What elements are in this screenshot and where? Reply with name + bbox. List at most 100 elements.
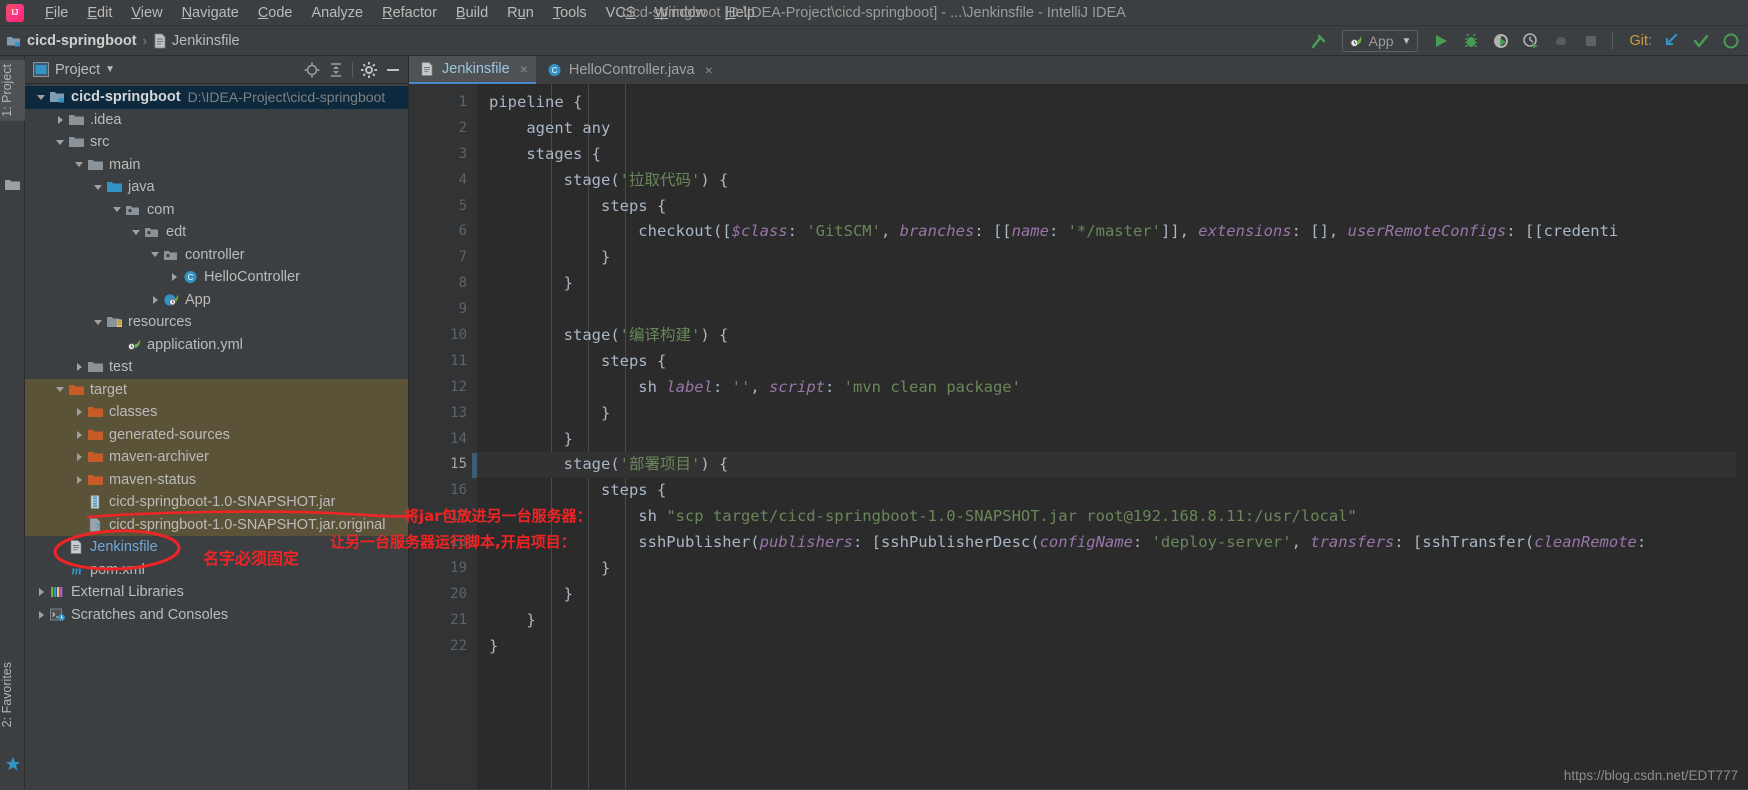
chevron-right-icon[interactable] — [71, 424, 87, 446]
editor-gutter[interactable]: 1 2 3 4 5 6 7 8 9 10 11 12 13 14 15 16 17 18 19 20 21 22 — [409, 84, 477, 789]
line-number[interactable]: 18 — [409, 530, 477, 556]
editor-tab-bar[interactable]: Jenkinsfile × C HelloController.java × — [409, 56, 1748, 84]
vcs-commit-icon[interactable] — [1688, 29, 1714, 53]
code-line-20[interactable]: } — [477, 582, 1748, 608]
code-line-2[interactable]: agent any — [477, 116, 1748, 142]
breadcrumb-project[interactable]: cicd-springboot — [27, 33, 137, 49]
locate-icon[interactable] — [301, 59, 323, 81]
line-number[interactable]: 10 — [409, 323, 477, 349]
chevron-right-icon[interactable] — [71, 401, 87, 423]
tree-row-classes[interactable]: classes — [25, 401, 408, 424]
line-number[interactable]: 17 — [409, 504, 477, 530]
chevron-down-icon[interactable] — [128, 221, 144, 243]
code-editor[interactable]: pipeline { agent any stages { stage('拉取代… — [477, 84, 1748, 789]
chevron-down-icon[interactable]: ▼ — [1402, 36, 1412, 47]
line-number[interactable]: 8 — [409, 271, 477, 297]
code-line-9[interactable] — [477, 297, 1748, 323]
debug-icon[interactable] — [1458, 29, 1484, 53]
build-hammer-icon[interactable] — [1306, 29, 1332, 53]
line-number[interactable]: 11 — [409, 349, 477, 375]
code-line-19[interactable]: } — [477, 556, 1748, 582]
line-number[interactable]: 4 — [409, 168, 477, 194]
profile-icon[interactable] — [1518, 29, 1544, 53]
code-line-18[interactable]: sshPublisher(publishers: [sshPublisherDe… — [477, 530, 1748, 556]
chevron-down-icon[interactable] — [33, 86, 49, 108]
chevron-right-icon[interactable] — [147, 289, 163, 311]
line-number[interactable]: 2 — [409, 116, 477, 142]
line-number[interactable]: 16 — [409, 478, 477, 504]
chevron-right-icon[interactable] — [166, 266, 182, 288]
editor-tab-hellocontroller-java[interactable]: C HelloController.java × — [536, 56, 721, 84]
tree-row-pom.xml[interactable]: m pom.xml — [25, 559, 408, 582]
line-number[interactable]: 6 — [409, 219, 477, 245]
tree-row-.idea[interactable]: .idea — [25, 109, 408, 132]
code-line-14[interactable]: } — [477, 427, 1748, 453]
menu-vcs[interactable]: VCS — [597, 2, 645, 24]
menu-code[interactable]: Code — [249, 2, 302, 24]
chevron-down-icon[interactable] — [71, 154, 87, 176]
sidebar-item-favorites[interactable]: 2: Favorites — [0, 658, 25, 731]
code-line-21[interactable]: } — [477, 608, 1748, 634]
project-strip-folder-icon[interactable] — [5, 178, 20, 193]
tree-row-main[interactable]: main — [25, 154, 408, 177]
breadcrumb-file[interactable]: Jenkinsfile — [172, 33, 240, 49]
project-scope-chevron-icon[interactable]: ▼ — [105, 64, 115, 75]
tree-row-jenkinsfile[interactable]: Jenkinsfile — [25, 536, 408, 559]
tree-row-cicd-springboot-1.0-snapshot.jar.original[interactable]: ? cicd-springboot-1.0-SNAPSHOT.jar.origin… — [25, 513, 408, 536]
code-line-1[interactable]: pipeline { — [477, 90, 1748, 116]
chevron-right-icon[interactable] — [71, 469, 87, 491]
line-number[interactable]: 7 — [409, 245, 477, 271]
tree-row-src[interactable]: src — [25, 131, 408, 154]
attach-debugger-icon[interactable] — [1548, 29, 1574, 53]
tree-row-cicd-springboot-1.0-snapshot.jar[interactable]: cicd-springboot-1.0-SNAPSHOT.jar — [25, 491, 408, 514]
line-number[interactable]: 20 — [409, 582, 477, 608]
tree-row-test[interactable]: test — [25, 356, 408, 379]
chevron-down-icon[interactable] — [52, 379, 68, 401]
tree-row-com[interactable]: com — [25, 199, 408, 222]
tree-row-app[interactable]: App — [25, 289, 408, 312]
tree-row-java[interactable]: java — [25, 176, 408, 199]
run-configuration-selector[interactable]: App ▼ — [1341, 30, 1419, 52]
chevron-down-icon[interactable] — [52, 131, 68, 153]
code-line-22[interactable]: } — [477, 634, 1748, 660]
tree-row-edt[interactable]: edt — [25, 221, 408, 244]
chevron-right-icon[interactable] — [52, 109, 68, 131]
run-coverage-icon[interactable] — [1488, 29, 1514, 53]
line-number[interactable]: 13 — [409, 401, 477, 427]
code-line-8[interactable]: } — [477, 271, 1748, 297]
tree-row-external-libraries[interactable]: External Libraries — [25, 581, 408, 604]
tree-row-cicd-springboot[interactable]: cicd-springboot D:\IDEA-Project\cicd-spri… — [25, 86, 408, 109]
run-icon[interactable] — [1428, 29, 1454, 53]
chevron-right-icon[interactable] — [71, 446, 87, 468]
menu-analyze[interactable]: Analyze — [303, 2, 373, 24]
hide-panel-icon[interactable] — [382, 59, 404, 81]
code-line-16[interactable]: steps { — [477, 478, 1748, 504]
vcs-update-icon[interactable] — [1658, 29, 1684, 53]
favorites-star-icon[interactable] — [5, 756, 20, 771]
sidebar-item-project[interactable]: 1: Project — [0, 60, 25, 121]
tree-row-target[interactable]: target — [25, 378, 408, 401]
editor-tab-jenkinsfile[interactable]: Jenkinsfile × — [409, 56, 536, 84]
code-line-11[interactable]: steps { — [477, 349, 1748, 375]
chevron-down-icon[interactable] — [109, 199, 125, 221]
tree-row-hellocontroller[interactable]: C HelloController — [25, 266, 408, 289]
line-number[interactable]: 12 — [409, 375, 477, 401]
line-number[interactable]: 3 — [409, 142, 477, 168]
menu-window[interactable]: Window — [646, 2, 716, 24]
collapse-all-icon[interactable] — [325, 59, 347, 81]
code-line-3[interactable]: stages { — [477, 142, 1748, 168]
editor-scrollbar[interactable] — [1736, 112, 1748, 789]
chevron-down-icon[interactable] — [90, 176, 106, 198]
code-line-4[interactable]: stage('拉取代码') { — [477, 168, 1748, 194]
line-number[interactable]: 21 — [409, 608, 477, 634]
line-number[interactable]: 15 — [409, 452, 477, 478]
menu-bar[interactable]: File Edit View Navigate Code Analyze Ref… — [36, 2, 764, 24]
tree-row-controller[interactable]: controller — [25, 244, 408, 267]
tree-row-generated-sources[interactable]: generated-sources — [25, 423, 408, 446]
menu-view[interactable]: View — [122, 2, 171, 24]
project-tree[interactable]: cicd-springboot D:\IDEA-Project\cicd-spri… — [25, 84, 408, 789]
close-icon[interactable]: × — [705, 62, 713, 78]
line-number[interactable]: 9 — [409, 297, 477, 323]
code-line-12[interactable]: sh label: '', script: 'mvn clean package… — [477, 375, 1748, 401]
menu-tools[interactable]: Tools — [544, 2, 596, 24]
